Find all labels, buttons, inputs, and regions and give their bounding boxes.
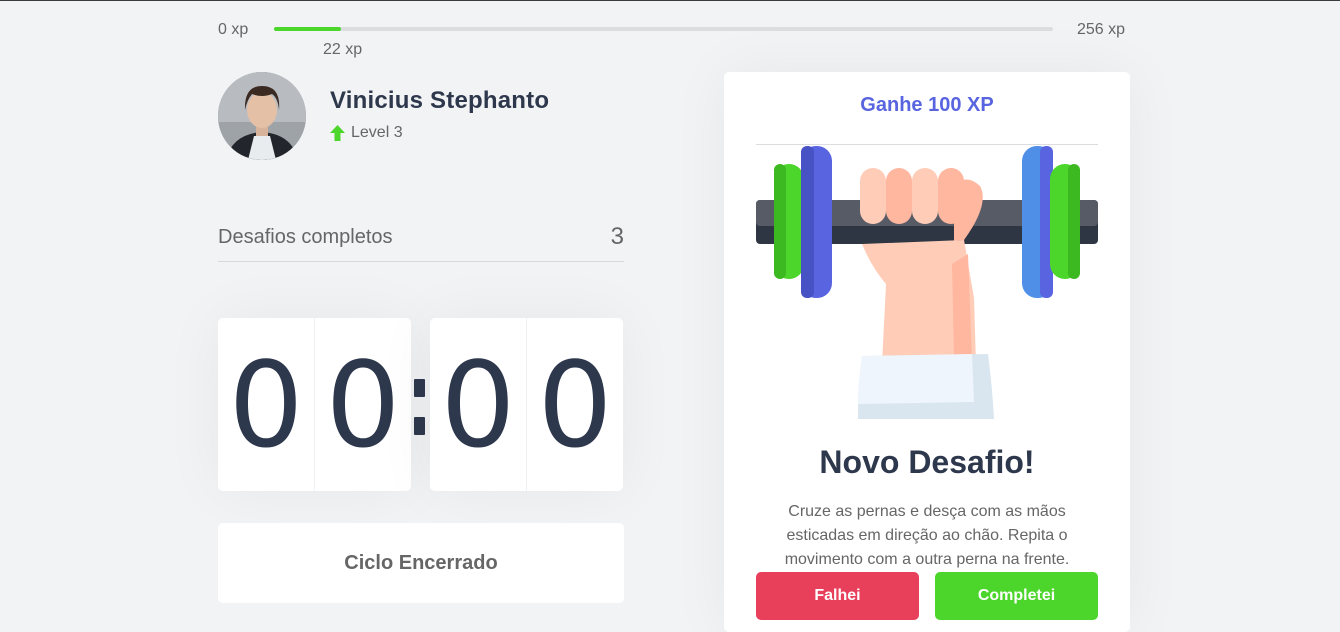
completed-challenges-count: 3	[610, 223, 624, 250]
avatar	[218, 72, 306, 160]
countdown-second-left-digit: 0	[430, 318, 527, 491]
challenge-reward: Ganhe 100 XP	[756, 94, 1098, 145]
completed-button[interactable]: Completei	[935, 572, 1098, 620]
countdown-minutes: 0 0	[218, 318, 411, 491]
countdown-minute-right-digit: 0	[325, 335, 401, 474]
xp-current-label: 22 xp	[323, 41, 363, 58]
cycle-ended-button[interactable]: Ciclo Encerrado	[218, 523, 624, 603]
completed-challenges: Desafios completos 3	[218, 213, 624, 262]
level-indicator: Level 3	[330, 124, 403, 142]
xp-progress-fill	[274, 27, 341, 31]
user-name: Vinicius Stephanto	[330, 87, 550, 114]
challenge-title: Novo Desafio!	[819, 444, 1035, 480]
challenge-card: Ganhe 100 XP Novo Desafio! Cruze as pern…	[724, 72, 1130, 632]
failed-button[interactable]: Falhei	[756, 572, 919, 620]
countdown-colon	[412, 379, 426, 435]
countdown-seconds: 0 0	[430, 318, 623, 491]
xp-progress-bar	[274, 27, 1053, 31]
dumbbell-hand-icon	[754, 144, 1100, 429]
challenge-description: Cruze as pernas e desça com as mãos esti…	[784, 503, 1070, 568]
xp-min-label: 0 xp	[218, 21, 249, 38]
level-label: Level 3	[351, 124, 403, 141]
xp-max-label: 256 xp	[1077, 21, 1126, 38]
arrow-up-icon	[330, 125, 345, 141]
completed-challenges-label: Desafios completos	[218, 225, 393, 248]
countdown-minute-left-digit: 0	[218, 318, 315, 491]
countdown-second-right-digit: 0	[537, 335, 613, 474]
